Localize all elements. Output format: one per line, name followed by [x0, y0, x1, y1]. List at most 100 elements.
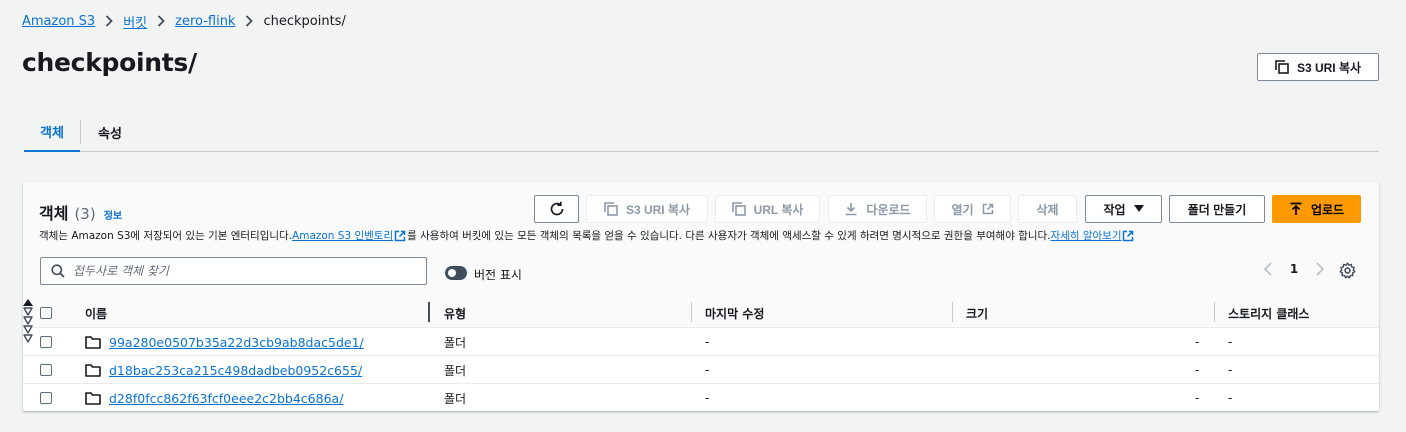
gear-icon [1339, 262, 1356, 279]
create-folder-label: 폴더 만들기 [1187, 202, 1247, 217]
breadcrumb: Amazon S3 버킷 zero-flink checkpoints/ [22, 12, 346, 31]
storage-class-cell: - [1228, 363, 1233, 377]
breadcrumb-amazon-s3[interactable]: Amazon S3 [22, 14, 95, 29]
storage-class-cell: - [1228, 391, 1233, 405]
download-label: 다운로드 [866, 202, 911, 217]
next-page-button[interactable] [1307, 262, 1333, 276]
s3-inventory-link[interactable]: Amazon S3 인벤토리 [292, 228, 393, 243]
table-row[interactable]: d28f0fcc862f63fcf0eee2c2bb4c686a/ 폴더 - -… [23, 384, 1379, 411]
search-box [40, 257, 427, 285]
refresh-button[interactable] [534, 195, 579, 223]
object-count: (3) [74, 205, 96, 223]
folder-link[interactable]: 99a280e0507b35a22d3cb9ab8dac5de1/ [109, 335, 364, 350]
table-row[interactable]: d18bac253ca215c498dadbeb0952c655/ 폴더 - -… [23, 356, 1379, 384]
sort-icon[interactable] [23, 316, 1379, 325]
show-versions-toggle[interactable] [445, 266, 467, 280]
column-header-name[interactable]: 이름 [85, 298, 107, 328]
column-header-type[interactable]: 유형 [444, 298, 466, 328]
open-label: 열기 [951, 202, 974, 217]
copy-icon [1275, 60, 1289, 74]
show-versions-label: 버전 표시 [474, 268, 522, 282]
search-icon [51, 264, 65, 278]
panel-title: 객체 (3) 정보 [39, 200, 122, 224]
type-cell: 폴더 [444, 363, 467, 378]
column-resizer[interactable] [1214, 302, 1215, 322]
search-input[interactable] [73, 264, 403, 278]
name-cell: d28f0fcc862f63fcf0eee2c2bb4c686a/ [85, 384, 343, 411]
type-cell: 폴더 [444, 391, 467, 406]
column-header-storage-class[interactable]: 스토리지 클래스 [1228, 298, 1309, 328]
description-text-1: 객체는 Amazon S3에 저장되어 있는 기본 엔터티입니다. [39, 230, 293, 242]
type-cell: 폴더 [444, 335, 467, 350]
storage-class-cell: - [1228, 335, 1233, 349]
copy-icon [731, 202, 746, 216]
panel-title-text: 객체 [39, 204, 69, 223]
actions-label: 작업 [1103, 202, 1126, 217]
column-resizer[interactable] [691, 302, 692, 322]
copy-s3-uri-button[interactable]: S3 URI 복사 [1257, 53, 1379, 81]
chevron-right-icon [235, 15, 263, 27]
learn-more-link[interactable]: 자세히 알아보기 [1051, 228, 1122, 243]
description-text-2: 를 사용하여 버킷에 있는 모든 객체의 목록을 얻을 수 있습니다. 다른 사… [407, 230, 1051, 242]
preferences-button[interactable] [1339, 262, 1356, 279]
external-link-icon [982, 203, 994, 215]
copy-icon [604, 202, 618, 216]
chevron-right-icon [1316, 262, 1324, 276]
tab-properties[interactable]: 속성 [81, 112, 139, 152]
folder-link[interactable]: d28f0fcc862f63fcf0eee2c2bb4c686a/ [109, 391, 343, 406]
copy-s3-uri-toolbar-button[interactable]: S3 URI 복사 [586, 195, 708, 223]
size-cell: - [1195, 391, 1200, 405]
select-all-checkbox[interactable] [40, 307, 52, 319]
table-header: 이름 유형 마지막 수정 크기 스토리지 클래스 [23, 298, 1379, 343]
row-checkbox[interactable] [40, 364, 52, 376]
last-modified-cell: - [705, 335, 710, 349]
refresh-icon [549, 201, 565, 217]
tab-objects[interactable]: 객체 [24, 112, 80, 152]
upload-label: 업로드 [1310, 202, 1345, 217]
breadcrumb-current: checkpoints/ [263, 13, 346, 29]
actions-dropdown[interactable]: 작업 [1085, 195, 1162, 223]
copy-url-button[interactable]: URL 복사 [715, 195, 820, 223]
delete-button[interactable]: 삭제 [1018, 195, 1077, 223]
current-page-number[interactable]: 1 [1281, 262, 1307, 276]
tabs: 객체 속성 [24, 112, 1379, 152]
sort-icon[interactable] [23, 307, 1379, 316]
external-link-icon [394, 230, 406, 242]
size-cell: - [1195, 363, 1200, 377]
page-title: checkpoints/ [22, 48, 197, 77]
copy-s3-uri-toolbar-label: S3 URI 복사 [625, 202, 691, 217]
panel-description: 객체는 Amazon S3에 저장되어 있는 기본 엔터티입니다. Amazon… [39, 228, 1135, 243]
sort-ascending-icon[interactable] [23, 298, 1379, 307]
copy-s3-uri-label: S3 URI 복사 [1296, 60, 1362, 75]
row-checkbox[interactable] [40, 336, 52, 348]
info-link[interactable]: 정보 [104, 207, 122, 222]
download-icon [844, 202, 858, 216]
external-link-icon [1122, 230, 1134, 242]
name-cell: 99a280e0507b35a22d3cb9ab8dac5de1/ [85, 328, 364, 356]
objects-panel: 객체 (3) 정보 객체는 Amazon S3에 저장되어 있는 기본 엔터티입… [23, 182, 1379, 411]
previous-page-button[interactable] [1255, 262, 1281, 276]
folder-link[interactable]: d18bac253ca215c498dadbeb0952c655/ [109, 363, 362, 378]
last-modified-cell: - [705, 363, 710, 377]
delete-label: 삭제 [1036, 202, 1059, 217]
create-folder-button[interactable]: 폴더 만들기 [1169, 195, 1265, 223]
folder-icon [85, 391, 101, 405]
folder-icon [85, 335, 101, 349]
breadcrumb-buckets[interactable]: 버킷 [123, 12, 147, 31]
column-resizer[interactable] [428, 302, 430, 322]
open-button[interactable]: 열기 [934, 195, 1011, 223]
chevron-right-icon [95, 15, 123, 27]
column-header-last-modified[interactable]: 마지막 수정 [705, 298, 764, 328]
table-row[interactable]: 99a280e0507b35a22d3cb9ab8dac5de1/ 폴더 - -… [23, 328, 1379, 356]
size-cell: - [1195, 335, 1200, 349]
download-button[interactable]: 다운로드 [828, 195, 927, 223]
copy-url-label: URL 복사 [753, 202, 804, 217]
row-checkbox[interactable] [40, 392, 52, 404]
column-resizer[interactable] [952, 302, 953, 322]
caret-down-icon [1133, 205, 1144, 213]
name-cell: d18bac253ca215c498dadbeb0952c655/ [85, 356, 362, 384]
column-header-size[interactable]: 크기 [966, 298, 988, 328]
chevron-right-icon [147, 15, 175, 27]
breadcrumb-bucket-zero-flink[interactable]: zero-flink [175, 14, 235, 29]
upload-button[interactable]: 업로드 [1272, 195, 1361, 223]
